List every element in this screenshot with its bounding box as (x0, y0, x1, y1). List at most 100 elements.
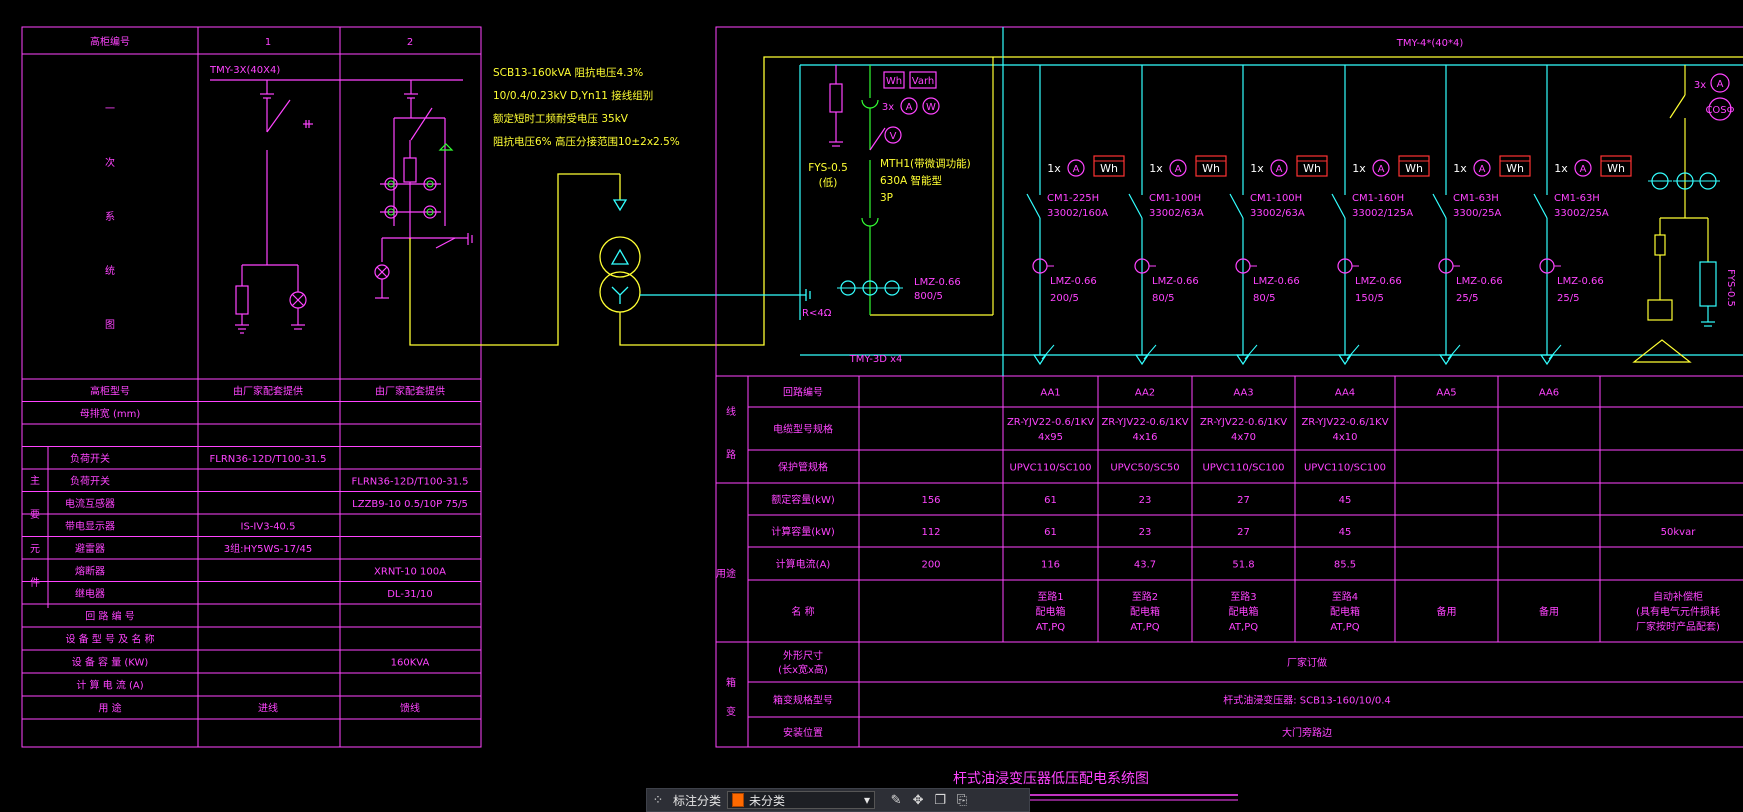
meter-varh-label: Varh (912, 76, 934, 87)
right-row-value: 112 (921, 527, 940, 538)
group-left-char: 线 (726, 405, 736, 418)
right-row-value: 配电箱 (1229, 605, 1259, 618)
transformer-spec-text: SCB13-160kVA 阻抗电压4.3% 10/0.4/0.23kV D,Yn1… (493, 66, 680, 148)
right-row-value: 配电箱 (1330, 605, 1360, 618)
left-row-label: 计 算 电 流 (A) (76, 679, 143, 692)
right-row-value: UPVC50/SC50 (1110, 463, 1179, 474)
right-row-value: AT,PQ (1036, 622, 1065, 633)
cad-drawing-canvas[interactable]: 高柜编号 1 2 TMY-3X(40X4) 一次系统图高柜型号 由厂家配套提供 由厂家配套提… (0, 0, 1743, 812)
right-row-label: 计算容量(kW) (771, 525, 835, 538)
feeder-wh-label: Wh (1405, 162, 1423, 175)
right-row-value: 116 (1041, 560, 1060, 571)
feeder-meter-count: 1x (1554, 162, 1568, 175)
right-row-value: AA3 (1233, 388, 1253, 399)
right-row-value: 43.7 (1134, 560, 1156, 571)
right-row-value: 厂家按时产品配套) (1636, 620, 1720, 633)
cap-ammeter-label: A (1717, 79, 1724, 90)
right-row-value: 备用 (1437, 605, 1457, 618)
incoming-breaker-line: 3P (880, 192, 893, 204)
cap-contactor (1647, 299, 1673, 321)
right-row-value: 4x10 (1332, 432, 1357, 443)
group-label-char: 元 (30, 544, 40, 555)
feeder-breaker-model: CM1-63H (1453, 193, 1499, 204)
feeder-breaker-rating: 33002/63A (1149, 208, 1204, 219)
left-row-label: 带电显示器 (65, 519, 115, 532)
right-row-value: UPVC110/SC100 (1304, 463, 1386, 474)
move-icon[interactable]: ✥ (907, 789, 929, 811)
feeder-wh-label: Wh (1202, 162, 1220, 175)
incoming-ct-label: LMZ-0.66 (914, 277, 961, 288)
feeder-ct-model: LMZ-0.66 (1152, 276, 1199, 287)
paste-icon[interactable]: ⎘ (951, 789, 973, 811)
right-row-value: 配电箱 (1130, 605, 1160, 618)
left-row-value-2: FLRN36-12D/T100-31.5 (352, 476, 469, 487)
feeder-ct-ratio: 25/5 (1557, 293, 1579, 304)
right-row-span-value: 大门旁路边 (1282, 726, 1332, 739)
right-row-value: 至路4 (1332, 590, 1358, 603)
feeder-breaker-model: CM1-160H (1352, 193, 1404, 204)
surge-label: FYS-0.5 (808, 162, 848, 174)
feeder-ammeter-label: A (1378, 164, 1385, 175)
feeder-ct-model: LMZ-0.66 (1253, 276, 1300, 287)
left-row-value-2: DL-31/10 (387, 589, 433, 600)
busbar-bottom-label: TMY-3D x4 (849, 354, 903, 365)
feeder-breaker-model: CM1-225H (1047, 193, 1099, 204)
right-row-value: 61 (1044, 495, 1057, 506)
diagram-label-char: 图 (105, 319, 115, 331)
copy-icon[interactable]: ❐ (929, 789, 951, 811)
feeder-wh-label: Wh (1607, 162, 1625, 175)
right-row-value: UPVC110/SC100 (1202, 463, 1284, 474)
left-row-value-2: 由厂家配套提供 (375, 384, 445, 397)
lv-diagram-text: TMY-4*(40*4) TMY-3D x4 FYS-0.5 (低) MTH1(带微调功… (802, 38, 1736, 365)
transformer-spec-line: 额定短时工频耐受电压 35kV (493, 112, 629, 125)
right-row-label: (长x宽x高) (778, 663, 828, 676)
right-table-text: 线路用途箱变 回路编号 AA1 AA2 AA3 AA4 AA5 AA6 电缆型号规格 ZR-YJV… (716, 386, 1720, 740)
right-row-value: 45 (1339, 527, 1352, 538)
feeder-breaker-model: CM1-100H (1149, 193, 1201, 204)
transformer-spec-line: 10/0.4/0.23kV D,Yn11 接线组别 (493, 89, 653, 102)
feeder-ct-model: LMZ-0.66 (1355, 276, 1402, 287)
left-row-label: 负荷开关 (70, 474, 110, 487)
right-row-value: UPVC110/SC100 (1009, 463, 1091, 474)
left-row-label: 负荷开关 (70, 452, 110, 465)
right-row-value: 23 (1139, 495, 1152, 506)
cap-meter-count: 3x (1694, 80, 1706, 91)
hv-single-line-diagram (210, 79, 473, 334)
right-row-value: 4x70 (1231, 432, 1256, 443)
feeder-ct-model: LMZ-0.66 (1050, 276, 1097, 287)
feeder-ct-ratio: 150/5 (1355, 293, 1384, 304)
group-label-char: 件 (30, 577, 40, 589)
right-row-value: 4x16 (1132, 432, 1157, 443)
left-row-value-1: 进线 (258, 702, 278, 715)
left-row-label: 用 途 (98, 702, 121, 715)
left-row-label: 设 备 型 号 及 名 称 (65, 633, 154, 646)
right-row-value: AA6 (1539, 388, 1559, 399)
grid-icon[interactable]: ⁘ (647, 789, 669, 811)
busbar-label: TMY-3X(40X4) (209, 65, 280, 76)
right-row-value: 至路1 (1037, 590, 1063, 603)
diagram-label-char: 一 (105, 104, 115, 115)
right-row-value: 50kvar (1661, 527, 1697, 538)
feeder-ct-model: LMZ-0.66 (1557, 276, 1604, 287)
right-row-value: 23 (1139, 527, 1152, 538)
right-row-label: 计算电流(A) (776, 558, 831, 571)
feeder-meter-count: 1x (1453, 162, 1467, 175)
feeder-meter-count: 1x (1352, 162, 1366, 175)
right-row-value: 85.5 (1334, 560, 1356, 571)
feeder-ct-ratio: 200/5 (1050, 293, 1079, 304)
incoming-breaker-line: MTH1(带微调功能) (880, 157, 971, 170)
left-row-label: 避雷器 (75, 542, 105, 555)
incoming-breaker-line: 630A 智能型 (880, 174, 942, 187)
category-dropdown[interactable]: 未分类 ▾ (727, 791, 876, 809)
edit-icon[interactable]: ✎ (885, 789, 907, 811)
left-row-value-2: LZZB9-10 0.5/10P 75/5 (352, 499, 468, 510)
right-row-value: ZR-YJV22-0.6/1KV (1007, 417, 1094, 428)
feeder-meter-count: 1x (1047, 162, 1061, 175)
feeder-ct-ratio: 80/5 (1152, 293, 1174, 304)
right-row-value: AA4 (1335, 388, 1355, 399)
left-row-label: 电流互感器 (65, 497, 115, 510)
header-col2: 2 (407, 37, 413, 48)
right-row-value: 45 (1339, 495, 1352, 506)
right-row-value: 至路2 (1132, 590, 1158, 603)
right-row-value: AA1 (1040, 388, 1060, 399)
